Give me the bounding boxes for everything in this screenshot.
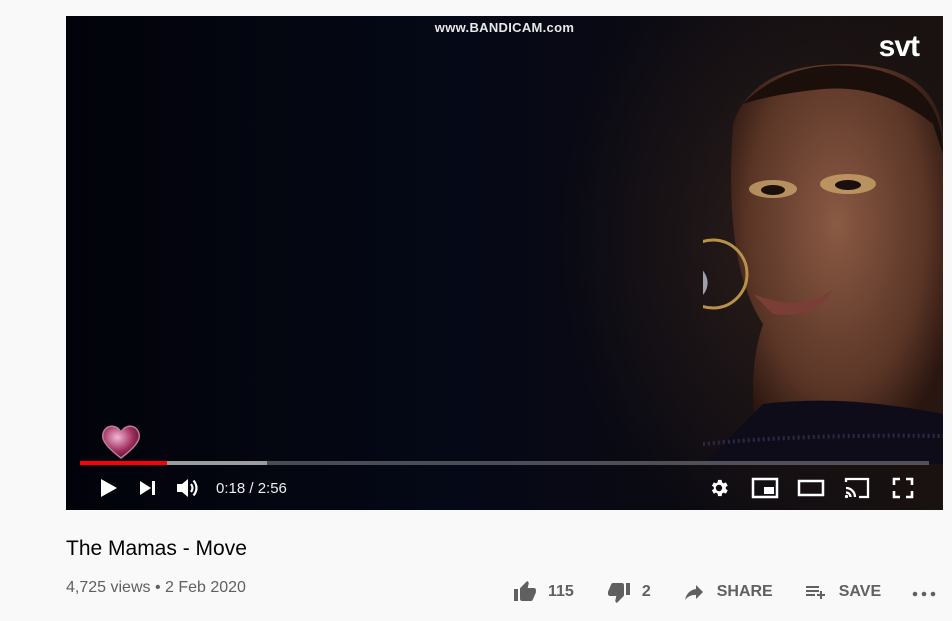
theater-mode-button[interactable]: [791, 470, 831, 506]
cast-button[interactable]: [837, 470, 877, 506]
save-label: SAVE: [838, 583, 882, 600]
like-button[interactable]: 115: [512, 580, 574, 604]
video-singer-image: [703, 64, 943, 464]
fullscreen-button[interactable]: [883, 470, 923, 506]
right-controls: [699, 470, 923, 506]
miniplayer-button[interactable]: [745, 470, 785, 506]
next-button[interactable]: [128, 470, 168, 506]
video-meta: 4,725 views • 2 Feb 2020: [66, 579, 246, 596]
bandicam-watermark: www.BANDICAM.com: [434, 20, 575, 35]
svt-logo: svt: [878, 30, 920, 63]
volume-button[interactable]: [168, 470, 208, 506]
video-player[interactable]: www.BANDICAM.com svt 0:18 / 2:56: [66, 16, 943, 510]
more-horizontal-icon: [912, 591, 936, 597]
dislike-count: 2: [641, 583, 651, 600]
time-display: 0:18 / 2:56: [216, 479, 287, 497]
fullscreen-icon: [892, 477, 914, 499]
share-label: SHARE: [716, 583, 773, 600]
next-icon: [140, 481, 155, 495]
play-button[interactable]: [88, 470, 128, 506]
share-button[interactable]: SHARE: [681, 580, 773, 604]
page: www.BANDICAM.com svt 0:18 / 2:56 The Mam…: [0, 0, 952, 621]
heart-icon: [101, 425, 141, 459]
volume-icon: [177, 479, 198, 497]
play-icon: [101, 479, 117, 497]
progress-bar[interactable]: [80, 461, 929, 465]
settings-button[interactable]: [699, 470, 739, 506]
progress-played: [80, 461, 167, 465]
settings-icon: [711, 479, 728, 497]
cast-icon: [844, 477, 870, 499]
thumbs-up-icon: [514, 581, 536, 601]
theater-icon: [797, 479, 825, 497]
thumbs-down-icon: [607, 583, 630, 603]
like-count: 115: [548, 583, 574, 600]
share-icon: [684, 585, 703, 600]
video-title: The Mamas - Move: [66, 537, 247, 560]
dislike-button[interactable]: 2: [606, 580, 651, 604]
video-actions: 115 2 SHARE SAVE: [512, 574, 937, 610]
player-controls: 0:18 / 2:56: [66, 466, 943, 510]
save-button[interactable]: SAVE: [803, 580, 881, 604]
more-actions-button[interactable]: [911, 580, 937, 604]
miniplayer-icon: [751, 477, 779, 499]
add-to-playlist-icon: [805, 586, 825, 599]
